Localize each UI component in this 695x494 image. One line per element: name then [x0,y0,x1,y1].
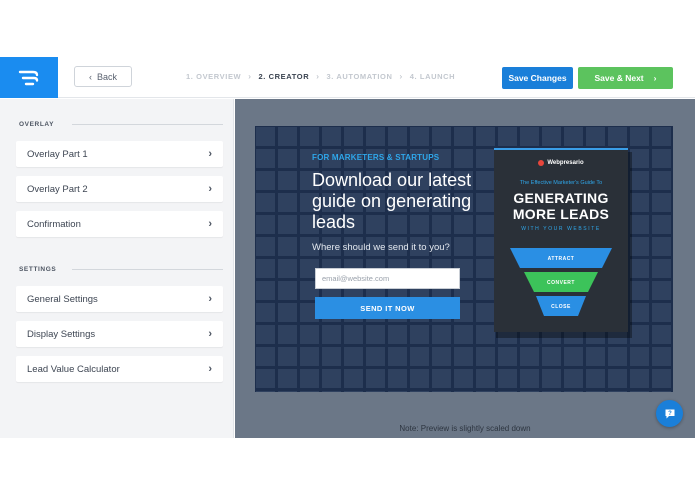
book-subtitle: WITH YOUR WEBSITE [521,226,601,232]
sidebar-item-label: Display Settings [27,328,96,340]
chevron-left-icon: ‹ [88,71,92,82]
sidebar-item-label: Overlay Part 1 [27,148,88,160]
sidebar-item-overlay-part-1[interactable]: Overlay Part 1 › [16,141,223,167]
svg-text:?: ? [668,411,672,417]
back-button-label: Back [96,71,117,82]
step-creator[interactable]: 2. CREATOR [259,72,310,81]
popup-eyebrow: FOR MARKETERS & STARTUPS [312,153,440,162]
sidebar-item-general-settings[interactable]: General Settings › [16,286,223,312]
send-it-now-button[interactable]: SEND IT NOW [315,297,460,319]
funnel-graphic: ATTRACT CONVERT CLOSE [510,248,612,316]
chevron-right-icon: › [208,218,212,230]
step-automation[interactable]: 3. AUTOMATION [327,72,393,81]
chevron-right-icon: › [208,293,212,305]
email-input[interactable] [315,268,460,289]
section-label-settings: SETTINGS [19,266,57,273]
sidebar-item-label: Lead Value Calculator [27,363,120,375]
save-and-next-button[interactable]: Save & Next › [578,67,673,89]
popup-headline: Download our latest guide on generating … [312,170,472,232]
book-brand: Webpresario [494,160,628,166]
sidebar-item-confirmation[interactable]: Confirmation › [16,211,223,237]
book-brand-name: Webpresario [547,160,584,166]
wizard-steps: 1. OVERVIEW › 2. CREATOR › 3. AUTOMATION… [186,72,455,81]
sidebar-item-label: Overlay Part 2 [27,183,88,195]
app-logo[interactable] [0,57,58,98]
brand-logo-icon [538,160,545,166]
overlay-popup-preview[interactable]: FOR MARKETERS & STARTUPS Download our la… [255,126,673,392]
chevron-right-icon: › [248,72,252,81]
funnel-label-convert: CONVERT [547,280,575,286]
step-launch[interactable]: 4. LAUNCH [410,72,455,81]
logo-icon [18,70,39,85]
sidebar-item-label: General Settings [27,293,98,305]
chat-launcher-button[interactable]: ? [656,400,683,427]
sidebar-item-lead-value-calculator[interactable]: Lead Value Calculator › [16,356,223,382]
chevron-right-icon: › [208,363,212,375]
book-cover-face: Webpresario The Effective Marketer's Gui… [494,148,628,332]
chevron-right-icon: › [399,72,403,81]
ebook-cover: Webpresario The Effective Marketer's Gui… [494,148,632,338]
chevron-right-icon: › [208,148,212,160]
section-divider [72,269,223,270]
section-divider [72,124,223,125]
book-title-line-2: MORE LEADS [512,206,610,222]
back-button[interactable]: ‹ Back [74,66,132,87]
chevron-right-icon: › [208,183,212,195]
section-label-overlay: OVERLAY [19,121,55,128]
chevron-right-icon: › [653,73,657,83]
top-bar: ‹ Back 1. OVERVIEW › 2. CREATOR › 3. AUT… [0,57,695,98]
chevron-right-icon: › [208,328,212,340]
sidebar: OVERLAY Overlay Part 1 › Overlay Part 2 … [0,99,234,438]
book-kicker: The Effective Marketer's Guide To [519,180,603,186]
chat-bubble-icon: ? [665,409,674,418]
funnel-label-close: CLOSE [551,304,571,310]
save-changes-button[interactable]: Save Changes [502,67,573,89]
sidebar-item-overlay-part-2[interactable]: Overlay Part 2 › [16,176,223,202]
chevron-right-icon: › [316,72,320,81]
sidebar-item-label: Confirmation [27,218,81,230]
funnel-label-attract: ATTRACT [548,256,575,262]
step-overview[interactable]: 1. OVERVIEW [186,72,241,81]
app-window: ‹ Back 1. OVERVIEW › 2. CREATOR › 3. AUT… [0,57,695,438]
preview-canvas: FOR MARKETERS & STARTUPS Download our la… [235,99,695,438]
popup-subline: Where should we send it to you? [312,242,450,253]
save-and-next-label: Save & Next [594,73,644,83]
preview-note: Note: Preview is slightly scaled down [399,424,531,433]
book-title-line-1: GENERATING [513,190,609,206]
sidebar-item-display-settings[interactable]: Display Settings › [16,321,223,347]
